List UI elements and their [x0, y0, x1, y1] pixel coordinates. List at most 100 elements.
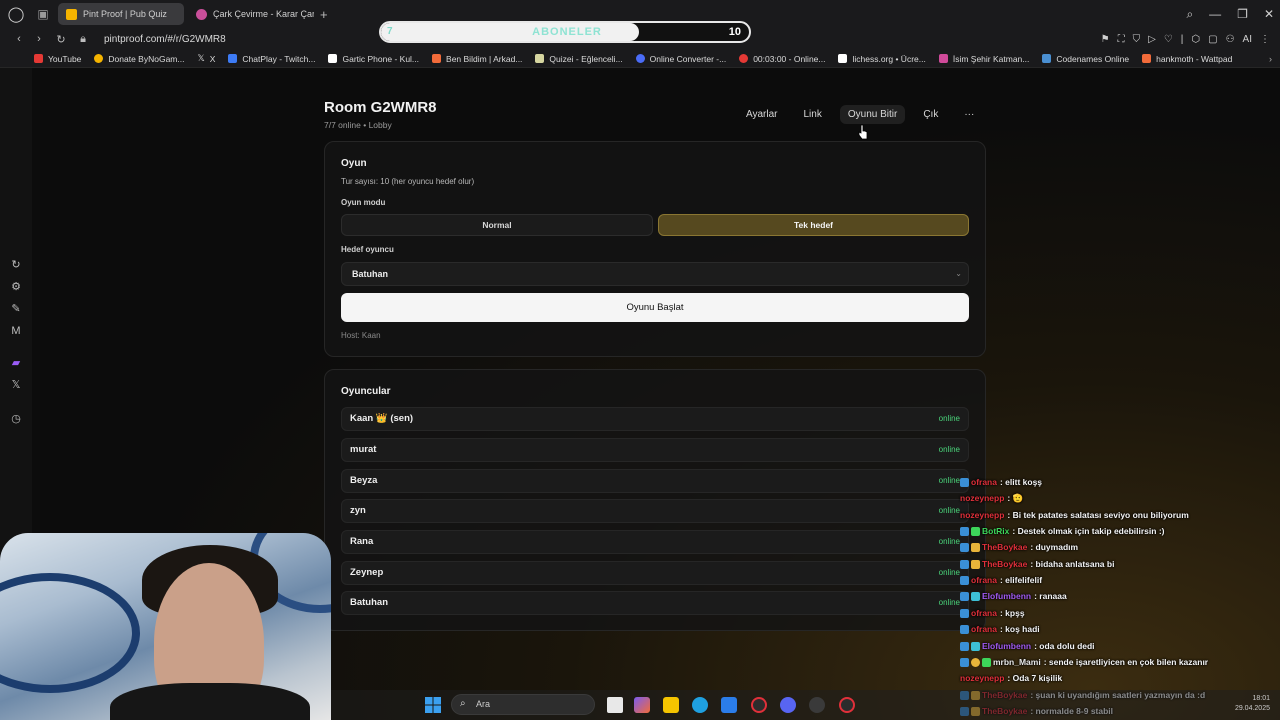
stream-chat-overlay: ofrana: elitt koşş nozeynepp: 🫡 nozeynep…: [960, 474, 1280, 720]
minimize-icon[interactable]: —: [1209, 7, 1221, 21]
notes-icon[interactable]: ✎: [9, 302, 23, 316]
bookmark-icon[interactable]: ⚑: [1101, 34, 1110, 45]
search-icon[interactable]: ⌕: [1186, 7, 1193, 22]
vip-badge-icon: [982, 657, 991, 667]
screenshot-icon[interactable]: ⛶: [1118, 34, 1125, 45]
history-icon[interactable]: ↻: [9, 258, 23, 272]
obs-app-icon[interactable]: [839, 697, 855, 713]
player-name: Zeynep: [350, 567, 384, 578]
clock-time: 18:01: [1252, 695, 1270, 702]
game-settings-card: Oyun Tur sayısı: 10 (her oyuncu hedef ol…: [324, 141, 986, 357]
start-game-button[interactable]: Oyunu Başlat: [341, 293, 969, 322]
chat-badge-icon: [960, 657, 969, 667]
wave-art: [0, 573, 140, 693]
bookmarks-bar: YouTube Donate ByNoGam... 𝕏X ChatPlay - …: [0, 50, 1280, 68]
bookmark-timer[interactable]: 00:03:00 - Online...: [739, 54, 825, 64]
bookmark-donate[interactable]: Donate ByNoGam...: [94, 54, 184, 64]
chat-message: ofrana: elifelifelif: [960, 572, 1042, 588]
chat-text: : sende işaretliyicen en çok bilen kazan…: [1043, 657, 1209, 667]
bookmark-ben-bildim[interactable]: Ben Bildim | Arkad...: [432, 54, 522, 64]
tab-switcher-icon[interactable]: ▣: [32, 0, 54, 28]
m-icon[interactable]: M: [9, 324, 23, 338]
terminal-app-icon[interactable]: [607, 697, 623, 713]
player-status: online: [938, 476, 960, 485]
bookmark-gartic[interactable]: Gartic Phone - Kul...: [328, 54, 419, 64]
chat-text: : kpşş: [999, 608, 1025, 618]
profile-icon[interactable]: ⚇: [1226, 34, 1235, 45]
x-icon[interactable]: 𝕏: [9, 378, 23, 392]
bookmark-youtube[interactable]: YouTube: [34, 54, 81, 64]
players-card: Oyuncular Kaan 👑 (sen) online murat onli…: [324, 369, 986, 631]
codenames-icon: [1042, 54, 1052, 63]
bookmark-chatplay[interactable]: ChatPlay - Twitch...: [228, 54, 315, 64]
tab-cark-cevirme[interactable]: Çark Çevirme - Karar Çark: [188, 3, 314, 25]
new-tab-icon[interactable]: +: [320, 7, 328, 22]
wallet-icon[interactable]: ▢: [1208, 34, 1217, 45]
more-menu-icon[interactable]: ···: [956, 105, 982, 124]
forward-icon[interactable]: ›: [30, 33, 48, 45]
end-game-button[interactable]: Oyunu Bitir: [839, 104, 906, 124]
mode-normal-button[interactable]: Normal: [341, 214, 653, 236]
close-icon[interactable]: ✕: [1264, 7, 1274, 21]
bookmark-wattpad[interactable]: hankmoth - Wattpad: [1142, 54, 1232, 64]
host-text: Host: Kaan: [341, 331, 381, 340]
target-player-label: Hedef oyuncu: [341, 245, 394, 254]
menu-icon[interactable]: ⋮: [1260, 34, 1270, 45]
back-icon[interactable]: ‹: [10, 33, 28, 45]
player-row: Kaan 👑 (sen) online: [341, 407, 969, 431]
taskbar-search-input[interactable]: ⌕ Ara: [451, 694, 595, 715]
toolbar-icons: ⚑ ⛶ ⛉ ▷ ♡ | ⬡ ▢ ⚇ AI ⋮: [1101, 28, 1270, 50]
file-explorer-icon[interactable]: [663, 697, 679, 713]
bookmark-online-converter[interactable]: Online Converter -...: [635, 54, 726, 64]
mode-single-target-button[interactable]: Tek hedef: [658, 214, 969, 236]
tab-label: Pint Proof | Pub Quiz: [83, 9, 167, 19]
leave-button[interactable]: Çık: [915, 105, 946, 124]
steam-app-icon[interactable]: [809, 697, 825, 713]
tab-pintproof[interactable]: Pint Proof | Pub Quiz: [58, 3, 184, 25]
chat-user: BotRix: [982, 526, 1010, 536]
url-input[interactable]: pintproof.com/#/r/G2WMR8: [104, 34, 226, 45]
bookmark-quizei[interactable]: Quizei - Eğlenceli...: [535, 54, 623, 64]
target-player-select[interactable]: Batuhan ⌄: [341, 262, 969, 286]
extensions-icon[interactable]: ⬡: [1191, 34, 1200, 45]
copilot-app-icon[interactable]: [634, 697, 650, 713]
shield-icon[interactable]: ⛉: [1133, 34, 1141, 45]
discord-app-icon[interactable]: [780, 697, 796, 713]
sub-badge-icon: [971, 542, 980, 552]
bookmarks-more-icon[interactable]: ›: [1269, 54, 1272, 64]
restore-icon[interactable]: ❐: [1237, 7, 1248, 21]
game-card-title: Oyun: [341, 158, 367, 169]
chat-user: Elofumbenn: [982, 591, 1032, 601]
room-status: 7/7 online • Lobby: [324, 120, 392, 130]
robot-icon[interactable]: ⚙: [9, 280, 23, 294]
browser-logo-icon[interactable]: ◯: [0, 0, 32, 28]
bookmark-codenames[interactable]: Codenames Online: [1042, 54, 1129, 64]
bookmark-isim-sehir[interactable]: İsim Şehir Katman...: [938, 54, 1029, 64]
link-button[interactable]: Link: [796, 105, 830, 124]
ai-icon[interactable]: AI: [1243, 34, 1252, 45]
player-row: Batuhan online: [341, 591, 969, 615]
bookmark-lichess[interactable]: lichess.org • Ücre...: [838, 54, 926, 64]
bookmark-x[interactable]: 𝕏X: [197, 53, 215, 64]
settings-link[interactable]: Ayarlar: [738, 105, 786, 124]
sub-badge-icon: [971, 657, 980, 667]
chat-badge-icon: [960, 477, 969, 487]
play-icon[interactable]: ▷: [1148, 34, 1156, 45]
streamer-body: [110, 683, 310, 720]
store-app-icon[interactable]: [721, 697, 737, 713]
chat-badge-icon: [960, 575, 969, 585]
chat-message: TheBoykae: bidaha anlatsana bi: [960, 556, 1114, 572]
edge-browser-icon[interactable]: [692, 697, 708, 713]
windows-start-icon[interactable]: [425, 697, 441, 713]
converter-icon: [635, 54, 645, 63]
subscriber-goal-bar: 7 ABONELER 10: [379, 21, 751, 43]
chat-message: ofrana: kpşş: [960, 605, 1025, 621]
heart-icon[interactable]: ♡: [1164, 34, 1173, 45]
chat-user: nozeynepp: [960, 673, 1005, 683]
player-row: Rana online: [341, 530, 969, 554]
chat-text: : oda dolu dedi: [1034, 641, 1095, 651]
opera-browser-icon[interactable]: [751, 697, 767, 713]
twitch-icon[interactable]: ▰: [9, 356, 23, 370]
clock-icon[interactable]: ◷: [9, 412, 23, 426]
reload-icon[interactable]: ↻: [52, 33, 70, 46]
